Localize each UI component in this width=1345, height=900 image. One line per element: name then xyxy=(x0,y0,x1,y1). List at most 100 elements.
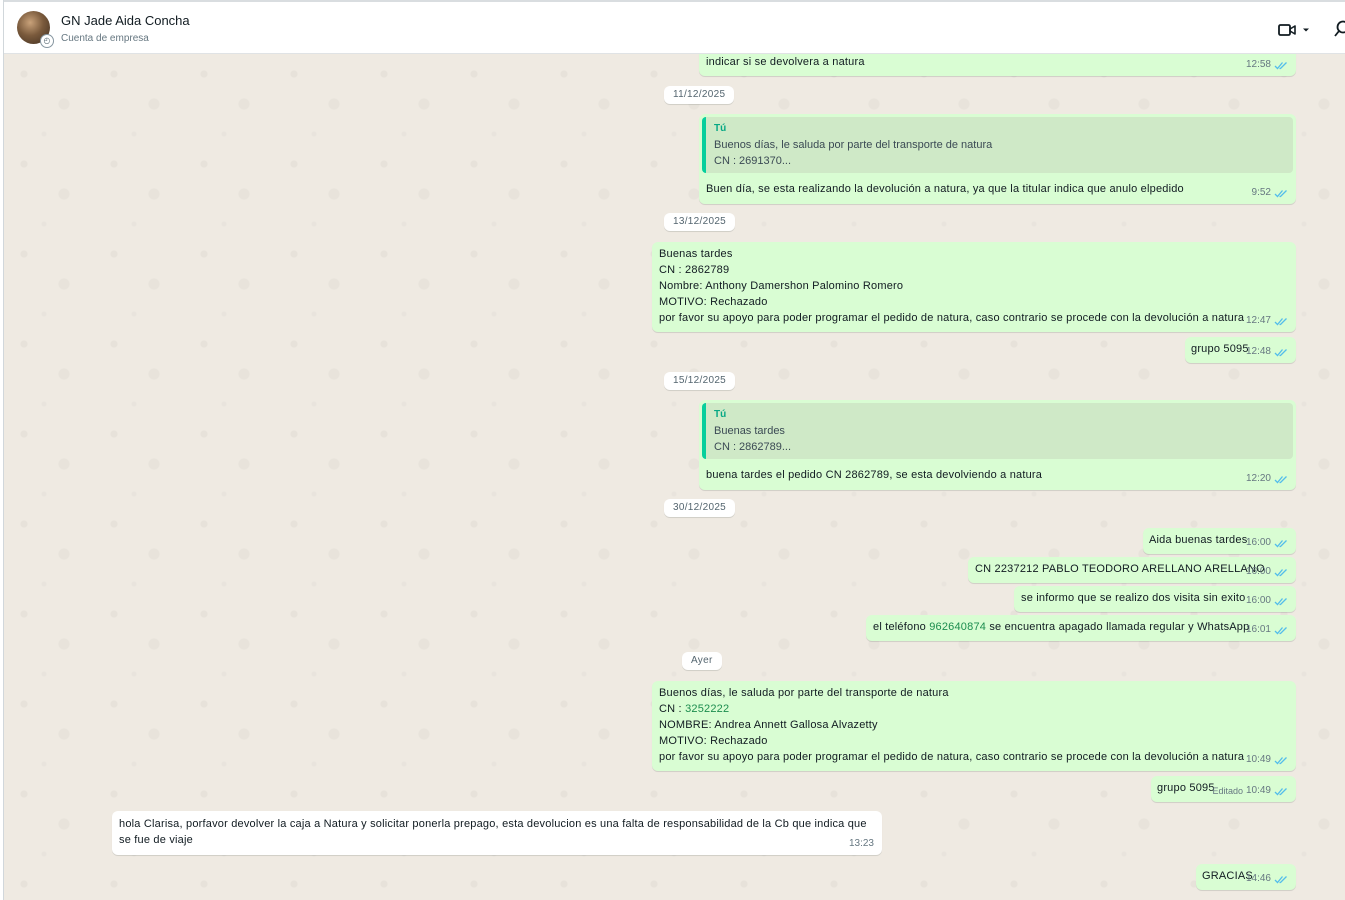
message-meta: 9:52 xyxy=(1252,185,1288,201)
message-line: Buenas tardes xyxy=(659,248,733,260)
message-time: 10:49 xyxy=(1245,754,1271,765)
message-text: CN 2237212 PABLO TEODORO ARELLANO ARELLA… xyxy=(975,563,1265,575)
message-line: por favor su apoyo para poder programar … xyxy=(659,751,1245,763)
message-meta: 14:46 xyxy=(1246,871,1288,887)
message-list[interactable]: indicar si se devolvera a natura 12:58 1… xyxy=(4,54,1345,900)
double-check-icon xyxy=(1274,189,1287,197)
message-outgoing[interactable]: CN 2237212 PABLO TEODORO ARELLANO ARELLA… xyxy=(968,557,1296,583)
message-time: 14:46 xyxy=(1245,873,1271,884)
message-meta: 12:20 xyxy=(1246,471,1288,487)
message-outgoing[interactable]: el teléfono 962640874 se encuentra apaga… xyxy=(866,615,1296,641)
message-outgoing[interactable]: Tú Buenos días, le saluda por parte del … xyxy=(699,114,1296,204)
quote-text: CN : 2862789... xyxy=(714,441,792,453)
quote-author: Tú xyxy=(714,123,727,134)
chat-window: ◴ GN Jade Aida Concha Cuenta de empresa … xyxy=(3,0,1345,900)
message-meta: 16:00 xyxy=(1246,535,1288,551)
video-call-button[interactable] xyxy=(1278,22,1312,38)
message-text-part: se encuentra apagado llamada regular y W… xyxy=(986,621,1250,633)
message-line: NOMBRE: Andrea Annett Gallosa Alvazetty xyxy=(659,719,878,731)
message-time: 16:00 xyxy=(1245,595,1271,606)
message-outgoing[interactable]: indicar si se devolvera a natura 12:58 xyxy=(699,54,1296,76)
message-time: 12:58 xyxy=(1245,59,1271,70)
double-check-icon xyxy=(1274,539,1287,547)
message-outgoing[interactable]: Tú Buenas tardes CN : 2862789... buena t… xyxy=(699,400,1296,490)
message-line: por favor su apoyo para poder programar … xyxy=(659,312,1245,324)
message-meta: 12:58 xyxy=(1246,57,1288,73)
contact-name[interactable]: GN Jade Aida Concha xyxy=(61,13,190,28)
message-text: buena tardes el pedido CN 2862789, se es… xyxy=(706,469,1043,481)
quoted-message[interactable]: Tú Buenos días, le saluda por parte del … xyxy=(702,117,1293,173)
message-text: grupo 5095 xyxy=(1191,343,1249,355)
double-check-icon xyxy=(1274,875,1287,883)
message-line: se fue de viaje xyxy=(119,834,193,846)
message-body: Buenos días, le saluda por parte del tra… xyxy=(659,685,1244,765)
message-line: Buenos días, le saluda por parte del tra… xyxy=(659,687,949,699)
quoted-message[interactable]: Tú Buenas tardes CN : 2862789... xyxy=(702,403,1293,459)
message-text: se informo que se realizo dos visita sin… xyxy=(1021,592,1246,604)
message-text: grupo 5095 xyxy=(1157,782,1215,794)
message-line: hola Clarisa, porfavor devolver la caja … xyxy=(119,818,867,830)
message-meta: 16:00 xyxy=(1246,593,1288,609)
double-check-icon xyxy=(1274,626,1287,634)
double-check-icon xyxy=(1274,597,1287,605)
double-check-icon xyxy=(1274,317,1287,325)
message-line: CN : 2862789 xyxy=(659,264,730,276)
message-incoming[interactable]: hola Clarisa, porfavor devolver la caja … xyxy=(112,811,882,855)
message-time: 12:20 xyxy=(1245,473,1271,484)
message-meta: 16:00 xyxy=(1246,564,1288,580)
message-text: Buen día, se esta realizando la devoluci… xyxy=(706,183,1184,195)
date-separator: 15/12/2025 xyxy=(664,372,736,390)
date-separator: Ayer xyxy=(682,652,722,670)
message-meta: Editado 10:49 xyxy=(1212,783,1288,799)
message-meta: 12:48 xyxy=(1246,344,1288,360)
contact-avatar[interactable]: ◴ xyxy=(17,11,54,48)
date-separator: 13/12/2025 xyxy=(664,213,736,231)
cn-number-link[interactable]: 3252222 xyxy=(685,703,729,715)
double-check-icon xyxy=(1274,568,1287,576)
chat-header[interactable]: ◴ GN Jade Aida Concha Cuenta de empresa xyxy=(4,0,1345,54)
date-separator: 30/12/2025 xyxy=(664,499,736,517)
message-time: 13:23 xyxy=(848,838,874,849)
contact-subtitle: Cuenta de empresa xyxy=(61,33,149,44)
double-check-icon xyxy=(1274,787,1287,795)
message-line: MOTIVO: Rechazado xyxy=(659,735,768,747)
quote-text: Buenos días, le saluda por parte del tra… xyxy=(714,139,993,151)
video-camera-icon xyxy=(1278,24,1296,36)
edited-label: Editado xyxy=(1212,786,1243,796)
message-meta: 10:49 xyxy=(1246,752,1288,768)
double-check-icon xyxy=(1274,756,1287,764)
message-outgoing[interactable]: GRACIAS 14:46 xyxy=(1196,864,1296,890)
quote-text: CN : 2691370... xyxy=(714,155,792,167)
quote-text: Buenas tardes xyxy=(714,425,785,437)
double-check-icon xyxy=(1274,348,1287,356)
message-body: Buenas tardes CN : 2862789 Nombre: Antho… xyxy=(659,246,1244,326)
message-outgoing[interactable]: Aida buenas tardes 16:00 xyxy=(1143,528,1296,554)
message-text: el teléfono 962640874 se encuentra apaga… xyxy=(873,619,1249,635)
message-text: Aida buenas tardes xyxy=(1149,534,1248,546)
message-text-part: CN : xyxy=(659,703,686,715)
business-badge-icon: ◴ xyxy=(40,34,54,48)
message-time: 9:52 xyxy=(1251,187,1271,198)
chevron-down-icon xyxy=(1303,28,1309,32)
message-line: MOTIVO: Rechazado xyxy=(659,296,768,308)
message-time: 16:00 xyxy=(1245,566,1271,577)
message-outgoing[interactable]: Buenas tardes CN : 2862789 Nombre: Antho… xyxy=(652,242,1296,332)
message-meta: 16:01 xyxy=(1246,622,1288,638)
date-separator: 11/12/2025 xyxy=(664,86,735,104)
double-check-icon xyxy=(1274,61,1287,69)
search-icon[interactable] xyxy=(1334,20,1345,38)
message-time: 12:47 xyxy=(1245,315,1271,326)
message-outgoing[interactable]: grupo 5095 Editado 10:49 xyxy=(1151,776,1296,802)
phone-link[interactable]: 962640874 xyxy=(929,621,986,633)
message-body: hola Clarisa, porfavor devolver la caja … xyxy=(119,816,867,848)
message-outgoing[interactable]: grupo 5095 12:48 xyxy=(1185,337,1296,363)
double-check-icon xyxy=(1274,475,1287,483)
message-time: 12:48 xyxy=(1245,346,1271,357)
message-time: 16:01 xyxy=(1245,624,1271,635)
message-meta: 13:23 xyxy=(849,836,874,852)
message-time: 16:00 xyxy=(1245,537,1271,548)
message-outgoing[interactable]: se informo que se realizo dos visita sin… xyxy=(1014,586,1296,612)
message-outgoing[interactable]: Buenos días, le saluda por parte del tra… xyxy=(652,681,1296,771)
quote-author: Tú xyxy=(714,409,727,420)
message-text-part: el teléfono xyxy=(873,621,930,633)
